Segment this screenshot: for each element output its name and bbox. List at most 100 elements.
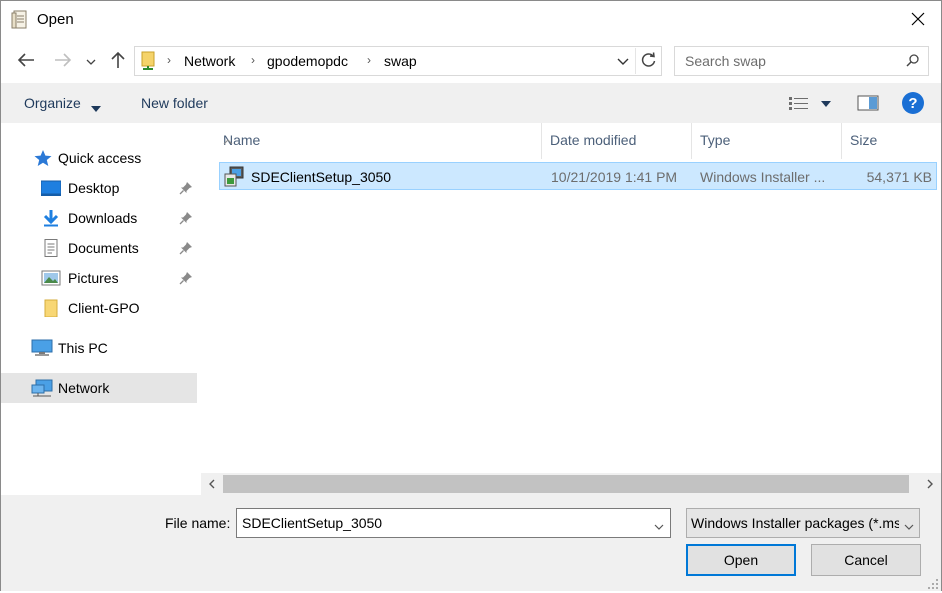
arrow-up-icon [111, 51, 125, 72]
search-icon[interactable] [904, 53, 920, 69]
chevron-right-icon: › [251, 53, 255, 67]
column-header-label: Date modified [550, 132, 637, 148]
folder-icon [41, 299, 61, 318]
breadcrumb-gpodemopdc[interactable]: gpodemopdc [267, 53, 348, 69]
computer-icon [31, 339, 53, 357]
column-header-type[interactable]: Type [692, 123, 841, 159]
desktop-icon [40, 179, 62, 197]
nav-label: This PC [58, 340, 108, 356]
window-title: Open [37, 11, 74, 28]
pictures-icon [41, 269, 61, 287]
nav-item-this-pc[interactable]: This PC [1, 333, 197, 363]
chevron-down-icon [617, 53, 629, 69]
help-button[interactable]: ? [902, 92, 924, 114]
command-bar: Organize New folder ? [1, 83, 941, 123]
refresh-icon [641, 51, 657, 71]
change-view-button[interactable] [788, 93, 834, 115]
arrow-left-icon [17, 52, 35, 70]
close-icon [911, 12, 925, 29]
cancel-button[interactable]: Cancel [811, 544, 921, 576]
chevron-down-icon [904, 518, 914, 534]
up-button[interactable] [106, 47, 130, 75]
column-header-date-modified[interactable]: Date modified [542, 123, 691, 159]
resize-grip-icon[interactable] [927, 577, 939, 589]
organize-button[interactable]: Organize [24, 95, 81, 111]
file-name-input[interactable] [237, 509, 647, 537]
title-bar: Open [1, 1, 941, 39]
details-view-icon [788, 97, 834, 118]
nav-label: Quick access [58, 150, 142, 166]
chevron-down-icon[interactable] [654, 518, 664, 534]
pin-icon[interactable] [179, 241, 193, 255]
recent-locations-button[interactable] [81, 47, 101, 75]
column-header-size[interactable]: Size [842, 123, 941, 159]
scrollbar-thumb[interactable] [223, 475, 909, 493]
document-icon [11, 10, 29, 30]
refresh-button[interactable] [635, 48, 661, 74]
nav-label: Desktop [68, 180, 120, 196]
address-dropdown-button[interactable] [613, 49, 633, 73]
dialog-footer: File name: Windows Installer packages (*… [1, 495, 941, 591]
chevron-right-icon: › [367, 53, 371, 67]
file-name-combobox[interactable] [236, 508, 671, 538]
nav-label: Documents [68, 240, 139, 256]
sort-ascending-icon [223, 132, 233, 148]
download-icon [41, 209, 61, 227]
nav-label: Downloads [68, 210, 138, 226]
address-bar[interactable]: › Network › gpodemopdc › swap [134, 46, 662, 76]
file-name-label: File name: [165, 515, 231, 531]
file-size: 54,371 KB [866, 169, 932, 185]
chevron-right-icon [926, 476, 934, 492]
file-type-selected: Windows Installer packages (*.msi) [691, 515, 899, 531]
search-box[interactable] [674, 46, 929, 76]
network-folder-icon [141, 51, 157, 71]
file-date-modified: 10/21/2019 1:41 PM [551, 169, 678, 185]
column-header-name[interactable]: Name [215, 123, 541, 159]
file-row[interactable]: SDEClientSetup_3050 10/21/2019 1:41 PM W… [219, 162, 937, 190]
chevron-left-icon [208, 476, 216, 492]
file-type-select[interactable]: Windows Installer packages (*.msi) [686, 508, 920, 538]
preview-pane-button[interactable] [857, 93, 879, 113]
breadcrumb-network[interactable]: Network [184, 53, 235, 69]
nav-item-desktop[interactable]: Desktop [1, 173, 197, 203]
navigation-pane: Quick access Desktop Downloads Documents… [1, 123, 201, 495]
open-button[interactable]: Open [686, 544, 796, 576]
pin-icon[interactable] [179, 271, 193, 285]
nav-item-client-gpo[interactable]: Client-GPO [1, 293, 197, 323]
network-icon [31, 379, 53, 397]
column-header-label: Type [700, 132, 731, 148]
nav-label: Client-GPO [68, 300, 140, 316]
nav-item-quick-access[interactable]: Quick access [1, 143, 197, 173]
nav-item-network[interactable]: Network [1, 373, 197, 403]
open-file-dialog: Open › Network › gpodemopdc › swap Searc… [0, 0, 942, 591]
pin-icon[interactable] [179, 181, 193, 195]
nav-item-pictures[interactable]: Pictures [1, 263, 197, 293]
scroll-right-button[interactable] [919, 473, 941, 495]
arrow-right-icon [54, 52, 72, 70]
chevron-down-icon [86, 53, 96, 69]
help-icon: ? [908, 94, 918, 112]
file-type: Windows Installer ... [700, 169, 826, 185]
close-button[interactable] [895, 1, 941, 39]
search-input[interactable] [675, 47, 895, 75]
column-header-label: Size [850, 132, 878, 148]
star-icon [33, 149, 53, 167]
new-folder-button[interactable]: New folder [141, 95, 208, 111]
nav-item-documents[interactable]: Documents [1, 233, 197, 263]
caret-down-icon [91, 99, 101, 115]
scroll-left-button[interactable] [201, 473, 223, 495]
back-button[interactable] [14, 47, 38, 75]
nav-label: Pictures [68, 270, 119, 286]
pin-icon[interactable] [179, 211, 193, 225]
breadcrumb-swap[interactable]: swap [384, 53, 417, 69]
nav-label: Network [58, 380, 110, 396]
nav-item-downloads[interactable]: Downloads [1, 203, 197, 233]
documents-icon [41, 239, 61, 257]
horizontal-scrollbar[interactable] [201, 473, 941, 495]
file-name: SDEClientSetup_3050 [251, 169, 392, 185]
file-list-pane: Name Date modified Type Size SDEClientSe… [201, 123, 941, 495]
address-row: › Network › gpodemopdc › swap [1, 39, 941, 83]
forward-button[interactable] [51, 47, 75, 75]
installer-package-icon [224, 166, 246, 188]
chevron-right-icon: › [167, 53, 171, 67]
